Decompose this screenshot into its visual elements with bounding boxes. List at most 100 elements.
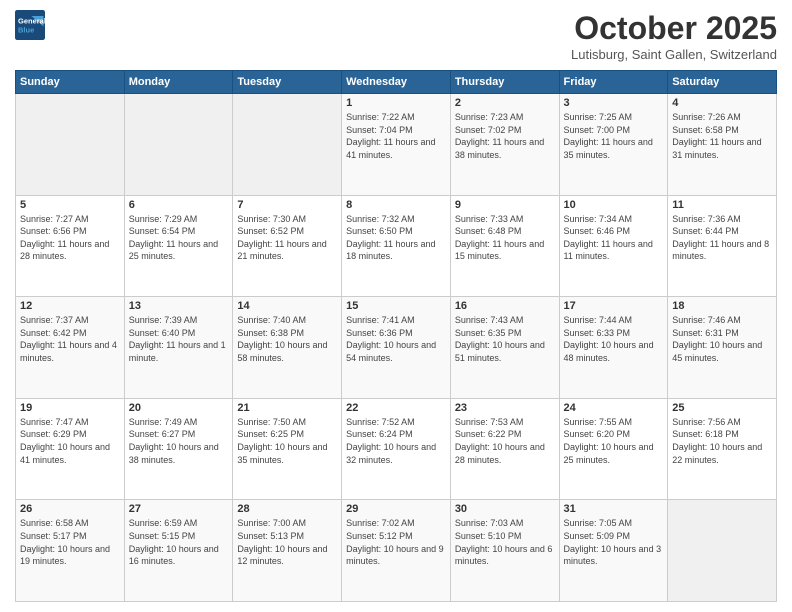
day-number: 1 (346, 97, 446, 109)
day-number: 13 (129, 300, 229, 312)
calendar-cell: 3Sunrise: 7:25 AM Sunset: 7:00 PM Daylig… (559, 94, 668, 196)
calendar-cell: 14Sunrise: 7:40 AM Sunset: 6:38 PM Dayli… (233, 297, 342, 399)
day-info: Sunrise: 7:33 AM Sunset: 6:48 PM Dayligh… (455, 213, 555, 263)
month-title: October 2025 (571, 10, 777, 47)
day-number: 12 (20, 300, 120, 312)
calendar-cell: 7Sunrise: 7:30 AM Sunset: 6:52 PM Daylig… (233, 195, 342, 297)
day-info: Sunrise: 7:50 AM Sunset: 6:25 PM Dayligh… (237, 416, 337, 466)
day-info: Sunrise: 7:52 AM Sunset: 6:24 PM Dayligh… (346, 416, 446, 466)
day-info: Sunrise: 7:47 AM Sunset: 6:29 PM Dayligh… (20, 416, 120, 466)
day-number: 4 (672, 97, 772, 109)
day-info: Sunrise: 7:53 AM Sunset: 6:22 PM Dayligh… (455, 416, 555, 466)
day-number: 9 (455, 199, 555, 211)
day-info: Sunrise: 7:43 AM Sunset: 6:35 PM Dayligh… (455, 314, 555, 364)
day-info: Sunrise: 7:02 AM Sunset: 5:12 PM Dayligh… (346, 517, 446, 567)
calendar-cell (124, 94, 233, 196)
day-info: Sunrise: 7:46 AM Sunset: 6:31 PM Dayligh… (672, 314, 772, 364)
day-number: 10 (564, 199, 664, 211)
day-number: 17 (564, 300, 664, 312)
day-info: Sunrise: 7:40 AM Sunset: 6:38 PM Dayligh… (237, 314, 337, 364)
calendar-cell: 5 Sunrise: 7:27 AM Sunset: 6:56 PM Daylig… (16, 195, 125, 297)
day-info: Sunrise: 7:27 AM Sunset: 6:56 PM Dayligh… (20, 213, 120, 263)
calendar-cell (668, 500, 777, 602)
calendar-body: 1 Sunrise: 7:22 AM Sunset: 7:04 PM Daylig… (16, 94, 777, 602)
calendar-cell: 20 Sunrise: 7:49 AM Sunset: 6:27 PM Dayli… (124, 398, 233, 500)
day-info: Sunrise: 7:29 AM Sunset: 6:54 PM Dayligh… (129, 213, 229, 263)
day-number: 11 (672, 199, 772, 211)
calendar-week-5: 26 Sunrise: 6:58 AM Sunset: 5:17 PM Dayli… (16, 500, 777, 602)
calendar-cell: 1 Sunrise: 7:22 AM Sunset: 7:04 PM Daylig… (342, 94, 451, 196)
day-info: Sunrise: 7:36 AM Sunset: 6:44 PM Dayligh… (672, 213, 772, 263)
day-number: 25 (672, 402, 772, 414)
header-saturday: Saturday (668, 71, 777, 94)
weekday-header-row: Sunday Monday Tuesday Wednesday Thursday… (16, 71, 777, 94)
day-info: Sunrise: 7:32 AM Sunset: 6:50 PM Dayligh… (346, 213, 446, 263)
calendar-week-2: 5 Sunrise: 7:27 AM Sunset: 6:56 PM Daylig… (16, 195, 777, 297)
day-number: 15 (346, 300, 446, 312)
day-number: 20 (129, 402, 229, 414)
day-number: 5 (20, 199, 120, 211)
header-friday: Friday (559, 71, 668, 94)
calendar-cell: 4 Sunrise: 7:26 AM Sunset: 6:58 PM Daylig… (668, 94, 777, 196)
header-wednesday: Wednesday (342, 71, 451, 94)
calendar-cell: 23 Sunrise: 7:53 AM Sunset: 6:22 PM Dayli… (450, 398, 559, 500)
day-number: 21 (237, 402, 337, 414)
header-sunday: Sunday (16, 71, 125, 94)
calendar-cell: 28Sunrise: 7:00 AM Sunset: 5:13 PM Dayli… (233, 500, 342, 602)
day-info: Sunrise: 7:37 AM Sunset: 6:42 PM Dayligh… (20, 314, 120, 364)
day-info: Sunrise: 7:44 AM Sunset: 6:33 PM Dayligh… (564, 314, 664, 364)
day-info: Sunrise: 7:49 AM Sunset: 6:27 PM Dayligh… (129, 416, 229, 466)
day-info: Sunrise: 7:55 AM Sunset: 6:20 PM Dayligh… (564, 416, 664, 466)
calendar-cell: 9 Sunrise: 7:33 AM Sunset: 6:48 PM Daylig… (450, 195, 559, 297)
day-info: Sunrise: 6:58 AM Sunset: 5:17 PM Dayligh… (20, 517, 120, 567)
day-info: Sunrise: 7:03 AM Sunset: 5:10 PM Dayligh… (455, 517, 555, 567)
calendar-cell: 12 Sunrise: 7:37 AM Sunset: 6:42 PM Dayli… (16, 297, 125, 399)
day-number: 19 (20, 402, 120, 414)
day-info: Sunrise: 7:26 AM Sunset: 6:58 PM Dayligh… (672, 111, 772, 161)
calendar-cell (16, 94, 125, 196)
day-info: Sunrise: 7:41 AM Sunset: 6:36 PM Dayligh… (346, 314, 446, 364)
calendar-cell: 22Sunrise: 7:52 AM Sunset: 6:24 PM Dayli… (342, 398, 451, 500)
calendar-cell: 15 Sunrise: 7:41 AM Sunset: 6:36 PM Dayli… (342, 297, 451, 399)
title-section: October 2025 Lutisburg, Saint Gallen, Sw… (571, 10, 777, 62)
header-monday: Monday (124, 71, 233, 94)
day-number: 31 (564, 503, 664, 515)
calendar-cell: 30 Sunrise: 7:03 AM Sunset: 5:10 PM Dayli… (450, 500, 559, 602)
day-info: Sunrise: 7:34 AM Sunset: 6:46 PM Dayligh… (564, 213, 664, 263)
day-number: 24 (564, 402, 664, 414)
header: General Blue October 2025 Lutisburg, Sai… (15, 10, 777, 62)
calendar-cell: 27Sunrise: 6:59 AM Sunset: 5:15 PM Dayli… (124, 500, 233, 602)
day-info: Sunrise: 7:30 AM Sunset: 6:52 PM Dayligh… (237, 213, 337, 263)
header-thursday: Thursday (450, 71, 559, 94)
calendar-cell: 19 Sunrise: 7:47 AM Sunset: 6:29 PM Dayli… (16, 398, 125, 500)
calendar-cell: 29Sunrise: 7:02 AM Sunset: 5:12 PM Dayli… (342, 500, 451, 602)
calendar-cell: 10 Sunrise: 7:34 AM Sunset: 6:46 PM Dayli… (559, 195, 668, 297)
calendar-cell: 11 Sunrise: 7:36 AM Sunset: 6:44 PM Dayli… (668, 195, 777, 297)
calendar-cell: 18Sunrise: 7:46 AM Sunset: 6:31 PM Dayli… (668, 297, 777, 399)
day-info: Sunrise: 7:23 AM Sunset: 7:02 PM Dayligh… (455, 111, 555, 161)
day-number: 2 (455, 97, 555, 109)
calendar-week-3: 12 Sunrise: 7:37 AM Sunset: 6:42 PM Dayli… (16, 297, 777, 399)
day-info: Sunrise: 7:39 AM Sunset: 6:40 PM Dayligh… (129, 314, 229, 364)
calendar-cell: 25 Sunrise: 7:56 AM Sunset: 6:18 PM Dayli… (668, 398, 777, 500)
day-number: 16 (455, 300, 555, 312)
header-tuesday: Tuesday (233, 71, 342, 94)
calendar-week-1: 1 Sunrise: 7:22 AM Sunset: 7:04 PM Daylig… (16, 94, 777, 196)
calendar-cell: 16 Sunrise: 7:43 AM Sunset: 6:35 PM Dayli… (450, 297, 559, 399)
day-number: 3 (564, 97, 664, 109)
day-info: Sunrise: 7:22 AM Sunset: 7:04 PM Dayligh… (346, 111, 446, 161)
calendar-cell: 17 Sunrise: 7:44 AM Sunset: 6:33 PM Dayli… (559, 297, 668, 399)
day-info: Sunrise: 6:59 AM Sunset: 5:15 PM Dayligh… (129, 517, 229, 567)
calendar-cell: 8Sunrise: 7:32 AM Sunset: 6:50 PM Daylig… (342, 195, 451, 297)
logo-icon: General Blue (15, 10, 45, 40)
calendar-cell: 31Sunrise: 7:05 AM Sunset: 5:09 PM Dayli… (559, 500, 668, 602)
calendar-cell: 21 Sunrise: 7:50 AM Sunset: 6:25 PM Dayli… (233, 398, 342, 500)
day-number: 28 (237, 503, 337, 515)
calendar-cell: 26 Sunrise: 6:58 AM Sunset: 5:17 PM Dayli… (16, 500, 125, 602)
calendar-week-4: 19 Sunrise: 7:47 AM Sunset: 6:29 PM Dayli… (16, 398, 777, 500)
logo: General Blue (15, 10, 45, 40)
day-info: Sunrise: 7:56 AM Sunset: 6:18 PM Dayligh… (672, 416, 772, 466)
day-number: 30 (455, 503, 555, 515)
day-number: 23 (455, 402, 555, 414)
day-number: 26 (20, 503, 120, 515)
